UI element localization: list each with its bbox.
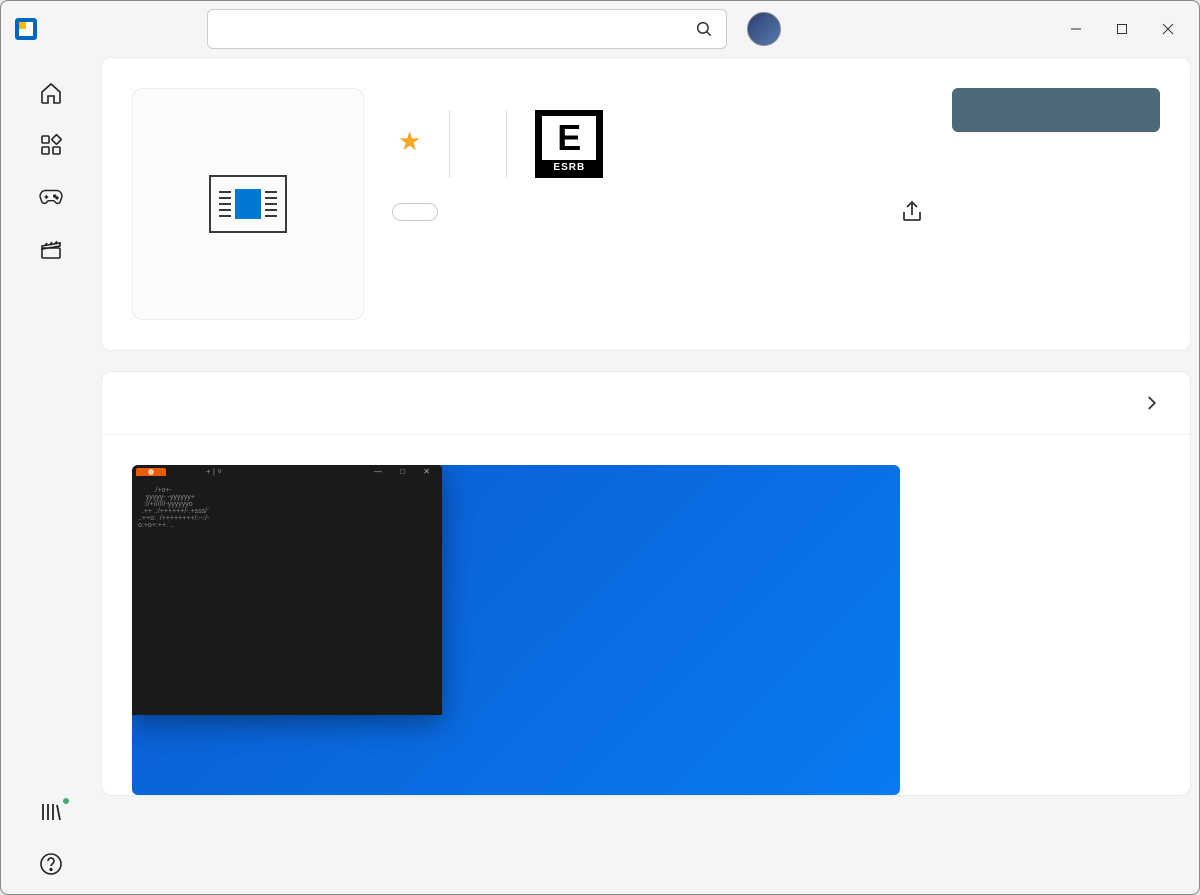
product-icon-tile <box>132 88 364 320</box>
content-scroll[interactable]: ★ E ESRB <box>101 57 1199 894</box>
product-meta-row: ★ E ESRB <box>392 110 924 178</box>
category-chip[interactable] <box>392 203 438 221</box>
share-button[interactable] <box>900 200 924 224</box>
screenshots-card: + | ˅— □ ✕ ./+o+- yyyyy- -yyyyyy+ ://+//… <box>101 371 1191 796</box>
nav-gaming[interactable] <box>11 175 91 227</box>
body: ★ E ESRB <box>1 57 1199 894</box>
titlebar <box>1 1 1199 57</box>
nav-apps[interactable] <box>11 123 91 175</box>
esrb-badge-icon: E ESRB <box>535 110 603 178</box>
nav-help[interactable] <box>11 842 91 894</box>
window-controls <box>1053 9 1191 49</box>
screenshots-strip[interactable]: + | ˅— □ ✕ ./+o+- yyyyy- -yyyyyy+ ://+//… <box>102 435 1190 795</box>
profile-avatar[interactable] <box>747 12 781 46</box>
star-icon: ★ <box>398 126 421 157</box>
age-rating-block[interactable]: E ESRB <box>507 110 617 178</box>
maximize-button[interactable] <box>1099 9 1145 49</box>
wsl-icon <box>209 175 287 233</box>
ratings-count-block[interactable] <box>450 110 506 178</box>
screenshot-terminal-ubuntu: + | ˅— □ ✕ ./+o+- yyyyy- -yyyyyy+ ://+//… <box>132 465 442 715</box>
movies-icon <box>39 237 63 261</box>
product-hero-card: ★ E ESRB <box>101 57 1191 351</box>
left-nav <box>1 57 101 894</box>
product-main: ★ E ESRB <box>392 88 924 224</box>
close-button[interactable] <box>1145 9 1191 49</box>
screenshots-header[interactable] <box>102 372 1190 435</box>
microsoft-store-window: ★ E ESRB <box>0 0 1200 895</box>
minimize-button[interactable] <box>1053 9 1099 49</box>
product-side <box>952 88 1160 150</box>
chevron-right-icon <box>1142 394 1160 412</box>
home-icon <box>39 81 63 105</box>
search-container <box>207 9 727 49</box>
help-icon <box>39 852 63 876</box>
screenshot-1[interactable]: + | ˅— □ ✕ ./+o+- yyyyy- -yyyyyy+ ://+//… <box>132 465 900 795</box>
library-notification-dot <box>63 798 69 804</box>
library-icon <box>39 800 63 824</box>
rating-block[interactable]: ★ <box>392 110 449 178</box>
search-input[interactable] <box>207 9 727 49</box>
nav-home[interactable] <box>11 71 91 123</box>
nav-movies[interactable] <box>11 227 91 279</box>
nav-library[interactable] <box>11 790 91 842</box>
apps-icon <box>39 133 63 157</box>
get-button[interactable] <box>952 88 1160 132</box>
store-app-icon <box>15 18 37 40</box>
product-bottom-row <box>392 200 924 224</box>
search-icon[interactable] <box>695 20 713 38</box>
gaming-icon <box>39 185 63 209</box>
